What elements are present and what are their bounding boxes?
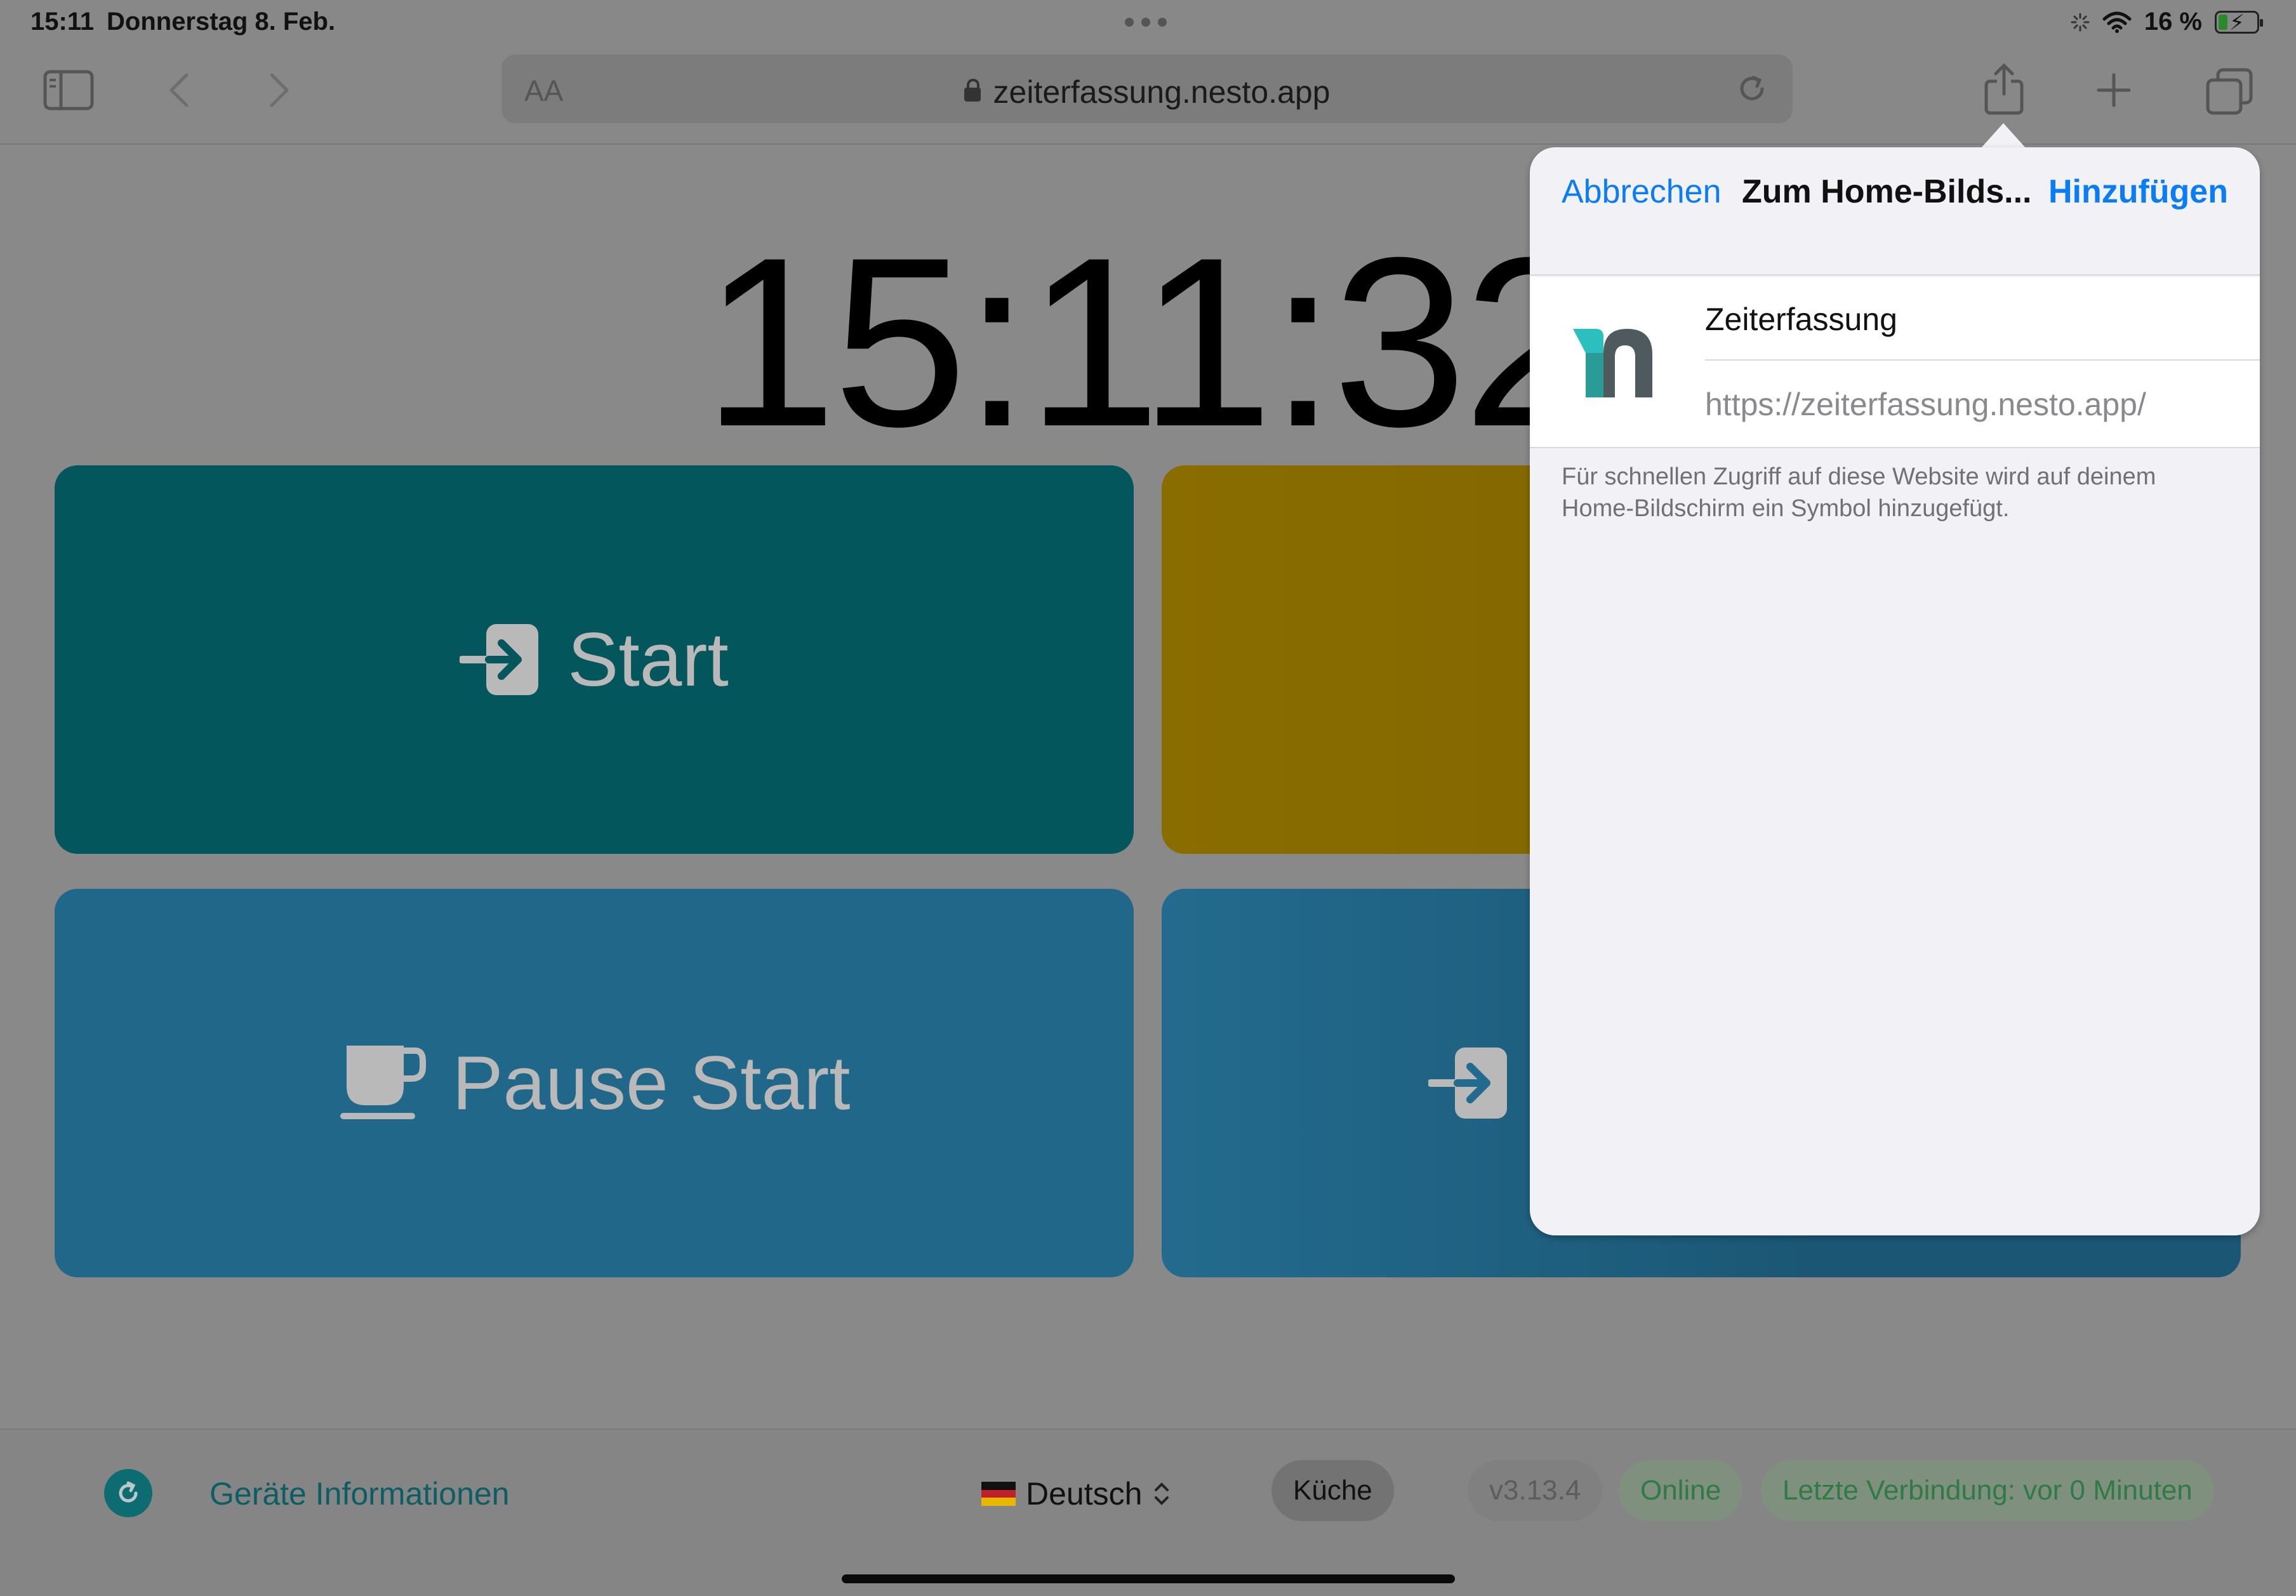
multitasking-dots-icon[interactable]: [1125, 18, 1169, 28]
device-info-link[interactable]: Geräte Informationen: [209, 1475, 510, 1512]
url-display[interactable]: zeiterfassung.nesto.app: [501, 74, 1793, 110]
field-divider: [1705, 359, 2260, 361]
address-bar[interactable]: AA zeiterfassung.nesto.app: [501, 55, 1793, 123]
battery-percent: 16 %: [2144, 8, 2202, 36]
login-arrow-icon: [1428, 1047, 1507, 1119]
last-connection-badge: Letzte Verbindung: vor 0 Minuten: [1761, 1460, 2214, 1521]
sidebar-toggle-icon[interactable]: [43, 70, 94, 110]
pause-start-label: Pause Start: [452, 1041, 851, 1126]
wifi-icon: [2102, 11, 2132, 33]
start-button[interactable]: Start: [55, 465, 1134, 854]
refresh-icon: [119, 1481, 138, 1503]
cancel-button[interactable]: Abbrechen: [1562, 173, 1722, 211]
login-arrow-icon: [460, 624, 539, 695]
german-flag-icon: [981, 1482, 1016, 1506]
add-to-home-screen-popover: Abbrechen Zum Home-Bilds... Hinzufügen Z…: [1530, 147, 2260, 1235]
chevron-updown-icon: [1155, 1482, 1169, 1505]
coffee-cup-icon: [340, 1046, 427, 1119]
home-indicator[interactable]: [842, 1574, 1455, 1583]
app-details-card: Zeiterfassung https://zeiterfassung.nest…: [1530, 277, 2260, 448]
status-bar: 15:11 Donnerstag 8. Feb. 16 % ⚡: [0, 0, 2296, 48]
location-badge[interactable]: Küche: [1271, 1460, 1394, 1521]
popover-hint-text: Für schnellen Zugriff auf diese Website …: [1562, 463, 2156, 522]
language-selector[interactable]: Deutsch: [981, 1475, 1171, 1512]
language-label: Deutsch: [1026, 1476, 1143, 1512]
lock-icon: [964, 79, 981, 102]
share-icon[interactable]: [1983, 62, 2025, 116]
version-badge: v3.13.4: [1468, 1460, 1603, 1521]
app-name-field[interactable]: Zeiterfassung: [1705, 301, 1897, 338]
add-button[interactable]: Hinzufügen: [2048, 173, 2228, 211]
popover-title: Zum Home-Bilds...: [1742, 173, 2032, 210]
activity-spinner-icon: [2071, 13, 2090, 31]
popover-arrow: [1981, 123, 2026, 149]
sync-button[interactable]: [104, 1469, 152, 1517]
popover-header: Abbrechen Zum Home-Bilds... Hinzufügen: [1530, 147, 2260, 276]
new-tab-icon[interactable]: [2095, 71, 2133, 109]
pause-start-button[interactable]: Pause Start: [55, 889, 1134, 1277]
browser-toolbar: AA zeiterfassung.nesto.app: [0, 48, 2296, 145]
status-right: 16 % ⚡: [2071, 8, 2263, 36]
battery-icon: ⚡: [2215, 10, 2263, 35]
start-label: Start: [567, 617, 729, 702]
back-icon[interactable]: [166, 71, 192, 109]
footer-bar: Geräte Informationen Deutsch Küche v3.13…: [0, 1428, 2296, 1596]
reload-icon[interactable]: [1734, 71, 1770, 107]
online-status-badge: Online: [1619, 1460, 1743, 1521]
url-text: zeiterfassung.nesto.app: [993, 74, 1330, 110]
forward-icon[interactable]: [267, 71, 292, 109]
tabs-overview-icon[interactable]: [2205, 67, 2253, 116]
status-time: 15:11: [30, 8, 95, 36]
app-url-field: https://zeiterfassung.nesto.app/: [1705, 387, 2146, 422]
status-date: Donnerstag 8. Feb.: [107, 8, 336, 36]
nesto-logo-icon: [1573, 329, 1652, 397]
